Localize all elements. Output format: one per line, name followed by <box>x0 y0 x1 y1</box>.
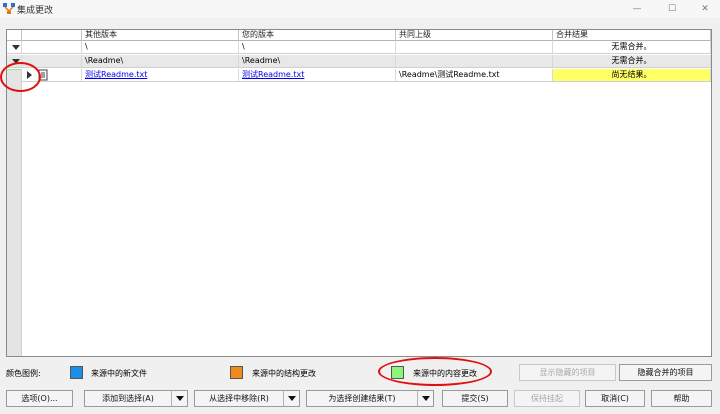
cell-result[interactable]: 无需合并。 <box>553 55 711 67</box>
create-results-label: 为选择创建结果(T) <box>328 394 396 403</box>
submit-button[interactable]: 提交(S) <box>442 390 508 407</box>
dropdown-arrow-icon[interactable] <box>417 391 433 406</box>
collapsed-arrow-icon[interactable] <box>24 69 34 81</box>
other-file-link[interactable]: 测试Readme.txt <box>85 70 147 79</box>
cell-other: \Readme\ <box>82 55 239 67</box>
legend-label: 颜色图例: <box>6 369 41 378</box>
text-file-icon <box>38 69 48 81</box>
create-results-button[interactable]: 为选择创建结果(T) <box>306 390 434 407</box>
legend-swatch-new-file <box>70 366 83 379</box>
add-to-selection-button[interactable]: 添加到选择(A) <box>84 390 188 407</box>
title-bar: 集成更改 — ☐ ✕ <box>0 0 720 18</box>
expanded-arrow-icon <box>12 45 20 50</box>
row-expand-toggle[interactable] <box>7 41 22 53</box>
row-indicator-strip <box>7 70 22 356</box>
table-row[interactable]: 测试Readme.txt 测试Readme.txt \Readme\测试Read… <box>7 69 711 82</box>
remove-from-selection-label: 从选择中移除(R) <box>209 394 269 403</box>
cell-base <box>396 55 553 67</box>
dropdown-arrow-icon[interactable] <box>171 391 187 406</box>
hide-merged-items-button[interactable]: 隐藏合并的项目 <box>619 364 712 381</box>
grid-header: 其他版本 您的版本 共同上级 合并结果 <box>7 30 711 41</box>
header-cell-icons <box>22 30 82 41</box>
column-header-other[interactable]: 其他版本 <box>82 30 239 41</box>
add-to-selection-label: 添加到选择(A) <box>102 394 154 403</box>
legend-text-content-change: 来源中的内容更改 <box>413 369 477 378</box>
legend-text-structure-change: 来源中的结构更改 <box>252 369 316 378</box>
expanded-arrow-icon <box>12 59 20 64</box>
window-title: 集成更改 <box>17 6 54 16</box>
maximize-icon[interactable]: ☐ <box>657 0 687 18</box>
cell-other: \ <box>82 41 239 53</box>
legend-text-new-file: 来源中的新文件 <box>91 369 147 378</box>
keep-pending-button[interactable]: 保持挂起 <box>514 390 580 407</box>
cell-yours: \ <box>239 41 396 53</box>
options-button[interactable]: 选项(O)... <box>6 390 73 407</box>
row-icon-cell <box>22 41 82 53</box>
cell-result[interactable]: 无需合并。 <box>553 41 711 53</box>
cell-yours[interactable]: 测试Readme.txt <box>239 69 396 81</box>
table-row[interactable]: \ \ 无需合并。 <box>7 41 711 54</box>
close-icon[interactable]: ✕ <box>690 0 720 18</box>
row-icon-cell <box>22 55 82 67</box>
show-hidden-items-button[interactable]: 显示隐藏的项目 <box>519 364 616 381</box>
header-cell-arrow <box>7 30 22 41</box>
row-icon-cell <box>22 69 82 81</box>
cell-base: \Readme\测试Readme.txt <box>396 69 553 81</box>
yours-file-link[interactable]: 测试Readme.txt <box>242 70 304 79</box>
cell-base <box>396 41 553 53</box>
cell-yours: \Readme\ <box>239 55 396 67</box>
row-expand-toggle[interactable] <box>7 55 22 67</box>
cell-result[interactable]: 尚无结果。 <box>553 69 711 81</box>
column-header-yours[interactable]: 您的版本 <box>239 30 396 41</box>
legend-swatch-content-change <box>391 366 404 379</box>
column-header-result[interactable]: 合并结果 <box>553 30 711 41</box>
merge-app-icon <box>3 3 15 14</box>
minimize-icon[interactable]: — <box>622 0 652 18</box>
legend-swatch-structure-change <box>230 366 243 379</box>
cancel-button[interactable]: 取消(C) <box>585 390 645 407</box>
help-button[interactable]: 帮助 <box>651 390 712 407</box>
remove-from-selection-button[interactable]: 从选择中移除(R) <box>194 390 300 407</box>
column-header-base[interactable]: 共同上级 <box>396 30 553 41</box>
dropdown-arrow-icon[interactable] <box>283 391 299 406</box>
cell-other[interactable]: 测试Readme.txt <box>82 69 239 81</box>
table-row[interactable]: \Readme\ \Readme\ 无需合并。 <box>7 55 711 68</box>
merge-grid[interactable]: 其他版本 您的版本 共同上级 合并结果 \ \ 无需合并。 \Readme\ \… <box>6 29 712 357</box>
